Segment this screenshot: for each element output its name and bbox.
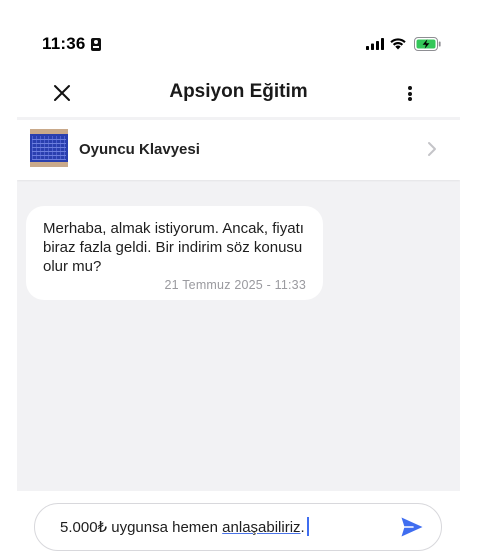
chat-screen: 11:36 Apsiyon Eğitim Oyuncu Klavyesi Mer… — [17, 17, 460, 560]
close-icon[interactable] — [49, 80, 75, 106]
chat-header: Apsiyon Eğitim — [17, 69, 460, 117]
more-vertical-icon[interactable] — [403, 80, 417, 106]
message-input-value-end: . — [300, 519, 305, 536]
product-card[interactable]: Oyuncu Klavyesi — [17, 120, 460, 180]
message-timestamp: 21 Temmuz 2025 - 11:33 — [164, 278, 306, 292]
message-input-value-underlined: anlaşabiliriz — [222, 519, 301, 536]
message-bubble: Merhaba, almak istiyorum. Ancak, fiyatı … — [26, 206, 323, 300]
text-caret — [306, 517, 309, 536]
status-time: 11:36 — [42, 34, 86, 53]
message-input[interactable]: 5.000₺ uygunsa hemen anlaşabiliriz. — [34, 503, 442, 551]
composer-area: 5.000₺ uygunsa hemen anlaşabiliriz. — [17, 491, 460, 560]
cellular-signal-icon — [366, 38, 384, 50]
status-bar: 11:36 — [17, 17, 460, 69]
message-input-value[interactable]: 5.000₺ uygunsa hemen anlaşabiliriz. — [60, 517, 309, 536]
message-text: Merhaba, almak istiyorum. Ancak, fiyatı … — [43, 220, 304, 275]
product-name: Oyuncu Klavyesi — [79, 141, 200, 158]
page-title: Apsiyon Eğitim — [169, 81, 308, 102]
product-thumbnail — [30, 129, 68, 167]
wifi-icon — [390, 38, 406, 50]
send-icon[interactable] — [400, 516, 424, 538]
chevron-right-icon — [428, 142, 436, 156]
message-input-value-plain: 5.000₺ uygunsa hemen — [60, 519, 223, 536]
id-card-icon — [91, 38, 101, 51]
battery-charging-icon — [414, 37, 441, 51]
